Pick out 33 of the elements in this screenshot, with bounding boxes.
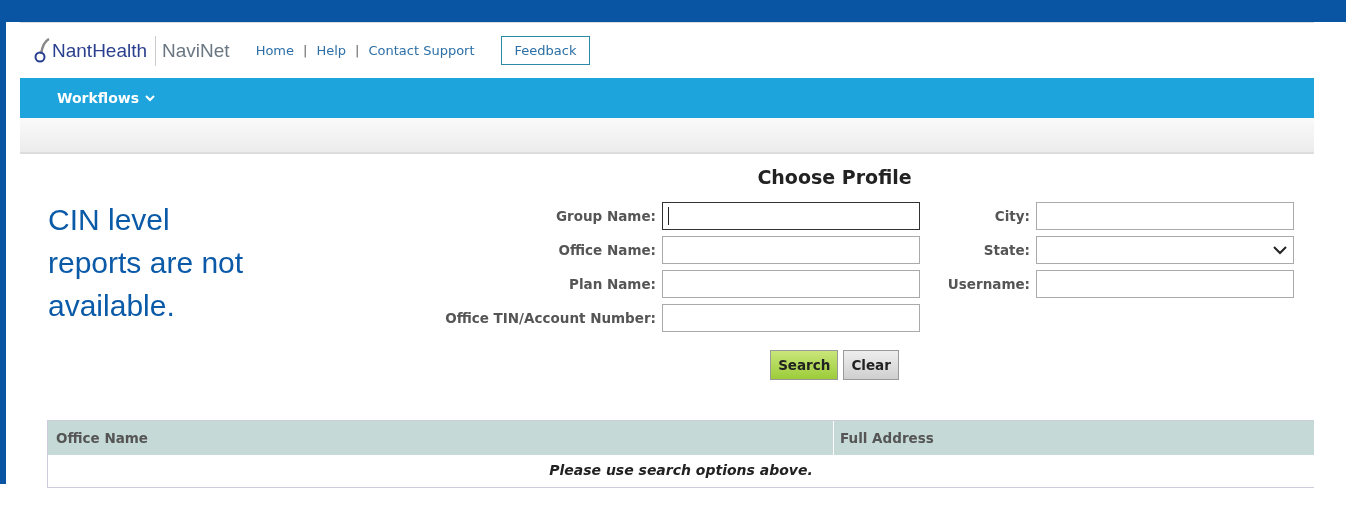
input-field[interactable] (662, 270, 920, 298)
select-field[interactable] (1036, 236, 1294, 264)
field-label: City: (993, 208, 1031, 224)
workflows-menu[interactable]: Workflows (57, 90, 156, 106)
chevron-down-icon (145, 94, 156, 102)
input-field[interactable] (662, 236, 920, 264)
field-label: State: (982, 242, 1031, 258)
field-label: Username: (946, 276, 1031, 292)
input-field[interactable] (662, 202, 920, 230)
search-button[interactable]: Search (770, 350, 839, 380)
column-header: Full Address (833, 421, 1314, 455)
column-header: Office Name (55, 429, 150, 448)
input-field[interactable] (662, 304, 920, 332)
field-label: Group Name: (554, 208, 657, 224)
feedback-button[interactable]: Feedback (500, 36, 591, 65)
link-separator: | (303, 43, 308, 58)
input-field[interactable] (1036, 270, 1294, 298)
empty-message: Please use search options above. (548, 461, 814, 480)
nav-link[interactable]: Contact Support (368, 43, 475, 58)
nav-link[interactable]: Help (316, 43, 347, 58)
input-field[interactable] (1036, 202, 1294, 230)
notice-text: CIN level reports are not available. (47, 202, 245, 324)
logo-text: NantHealth (52, 39, 148, 62)
form-title: Choose Profile (756, 166, 913, 188)
nav-link[interactable]: Home (255, 43, 295, 58)
chevron-down-icon (1273, 245, 1287, 255)
product-name: NaviNet (162, 39, 230, 62)
link-separator: | (355, 43, 360, 58)
field-label: Office TIN/Account Number: (444, 310, 657, 326)
logo-icon (34, 37, 50, 64)
clear-button[interactable]: Clear (843, 350, 899, 380)
field-label: Office Name: (557, 242, 657, 258)
field-label: Plan Name: (568, 276, 657, 292)
